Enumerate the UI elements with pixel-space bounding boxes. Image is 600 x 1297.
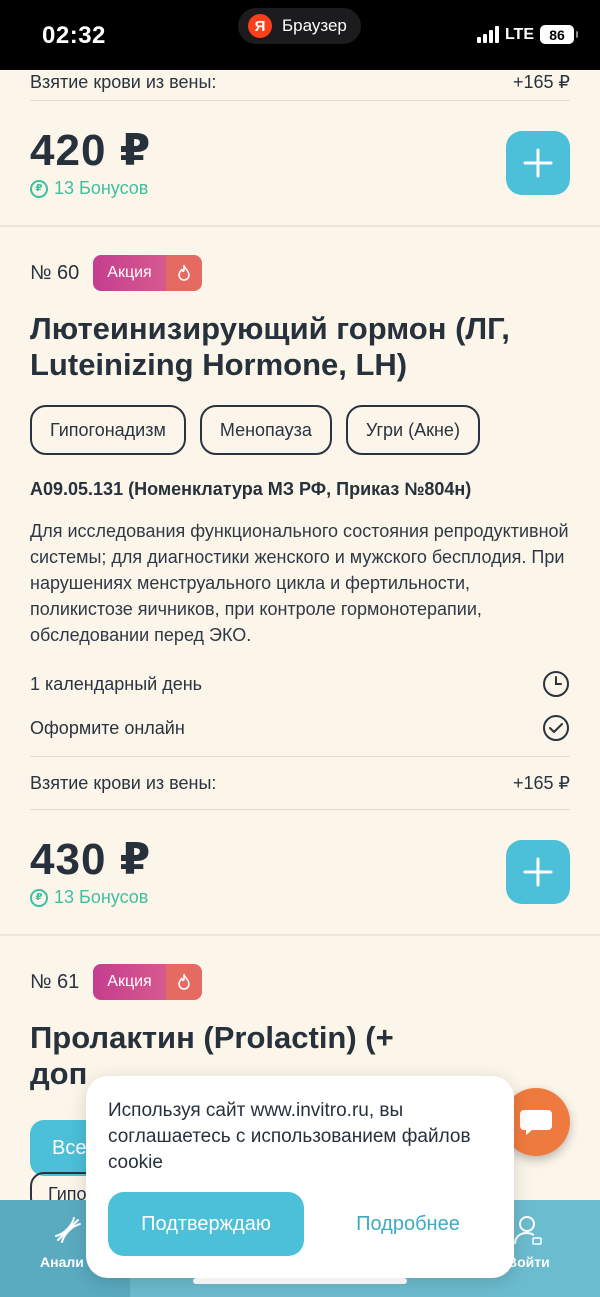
check-circle-icon (543, 715, 569, 741)
bonus-coin-icon: ₽ (30, 179, 48, 198)
test-title[interactable]: Лютеинизирующий гормон (ЛГ, Luteinizing … (0, 311, 600, 383)
browser-indicator[interactable]: Я Браузер (238, 8, 361, 44)
promo-badge: Акция (93, 964, 202, 1000)
card-number: № 60 (30, 261, 80, 284)
fire-icon (165, 964, 202, 1000)
cookie-popup: Используя сайт www.invitro.ru, вы соглаш… (86, 1076, 514, 1278)
card-header: № 61 Акция (0, 964, 600, 1000)
tag-hypogonadism[interactable]: Гипогонадизм (30, 405, 186, 455)
order-online-label: Оформите онлайн (30, 717, 185, 738)
add-to-cart-button[interactable] (506, 131, 570, 195)
add-to-cart-button[interactable] (506, 840, 570, 904)
main-content: Взятие крови из вены: +165 ₽ 420 ₽ ₽ 13 … (0, 70, 600, 1092)
tag-acne[interactable]: Угри (Акне) (345, 405, 480, 455)
cookie-confirm-button[interactable]: Подтверждаю (108, 1192, 304, 1256)
duration-label: 1 календарный день (30, 673, 203, 694)
test-title-line1: Пролактин (Prolactin) (+ (30, 1020, 394, 1055)
blood-draw-price: +165 ₽ (513, 71, 570, 92)
blood-draw-price: +165 ₽ (513, 772, 570, 793)
network-type: LTE (504, 25, 534, 43)
duration-row: 1 календарный день (0, 662, 600, 706)
test-description: Для исследования функционального состоян… (30, 521, 569, 645)
status-time: 02:32 (42, 22, 106, 49)
yandex-logo-icon: Я (248, 14, 272, 38)
plus-icon (523, 857, 553, 887)
clock-icon (543, 671, 569, 697)
dna-icon (55, 1217, 81, 1243)
home-indicator[interactable] (193, 1278, 407, 1284)
cookie-text: Используя сайт www.invitro.ru, вы соглаш… (108, 1100, 471, 1173)
tags-list: Гипогонадизм Менопауза Угри (Акне) (0, 405, 600, 455)
nomenclature-code: A09.05.131 (Номенклатура МЗ РФ, Приказ №… (30, 479, 472, 499)
promo-label: Акция (93, 964, 166, 1000)
card-separator (0, 225, 600, 227)
card-separator (0, 934, 600, 936)
nav-label-analyses: Анали (40, 1254, 84, 1270)
price-block: 430 ₽ ₽ 13 Бонусов (0, 810, 600, 934)
bonus-label: 13 Бонусов (54, 887, 149, 907)
blood-draw-row: Взятие крови из вены: +165 ₽ (0, 757, 600, 809)
signal-icon (476, 26, 499, 43)
promo-badge: Акция (93, 255, 202, 291)
fire-icon (165, 255, 202, 291)
status-icons: LTE 86 (476, 25, 578, 44)
blood-draw-label: Взятие крови из вены: (30, 772, 217, 793)
plus-icon (523, 148, 553, 178)
cookie-more-link[interactable]: Подробнее (328, 1192, 488, 1256)
bonus-label: 13 Бонусов (54, 178, 149, 198)
order-online-row: Оформите онлайн (0, 706, 600, 750)
battery-icon: 86 (540, 25, 578, 44)
chat-icon (520, 1110, 552, 1135)
bonus: ₽ 13 Бонусов (30, 178, 570, 199)
nav-item-login[interactable]: Войти (505, 1200, 565, 1297)
card-header: № 60 Акция (0, 255, 600, 291)
blood-draw-row: Взятие крови из вены: +165 ₽ (0, 64, 600, 100)
status-bar: 02:32 Я Браузер LTE 86 (0, 0, 600, 70)
price: 420 ₽ (30, 126, 152, 175)
card-number: № 61 (30, 970, 80, 993)
user-icon (514, 1216, 542, 1245)
price: 430 ₽ (30, 835, 152, 884)
browser-name: Браузер (282, 16, 347, 35)
bonus-coin-icon: ₽ (30, 888, 48, 907)
price-block: 420 ₽ ₽ 13 Бонусов (0, 101, 600, 225)
blood-draw-label: Взятие крови из вены: (30, 71, 217, 92)
tag-menopause[interactable]: Менопауза (199, 405, 332, 455)
promo-label: Акция (93, 255, 166, 291)
bonus: ₽ 13 Бонусов (30, 887, 570, 908)
